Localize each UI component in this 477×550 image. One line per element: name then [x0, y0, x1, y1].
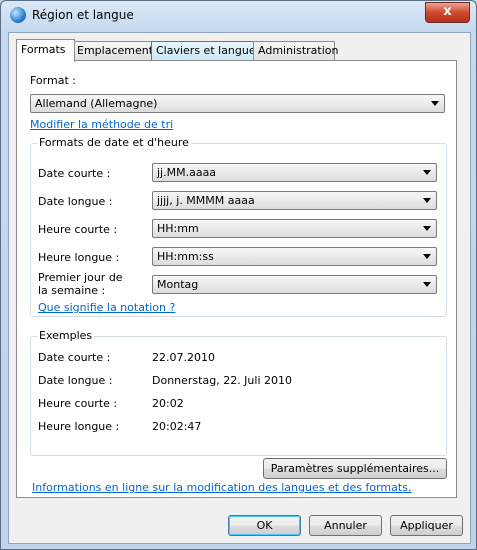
title-bar[interactable]: Région et langue x [1, 1, 476, 31]
cancel-button[interactable]: Annuler [309, 515, 382, 536]
example-long-time-value: 20:02:47 [152, 420, 202, 433]
example-short-date-label: Date courte : [38, 351, 111, 364]
chevron-down-icon [423, 226, 431, 231]
online-info-link[interactable]: Informations en ligne sur la modificatio… [32, 481, 411, 494]
long-time-label: Heure longue : [38, 251, 120, 264]
first-day-dropdown[interactable]: Montag [152, 275, 437, 294]
examples-group: Exemples Date courte : 22.07.2010 Date l… [30, 329, 447, 456]
additional-settings-button[interactable]: Paramètres supplémentaires... [263, 458, 447, 479]
tab-claviers-et-langues[interactable]: Claviers et langues [151, 41, 261, 60]
long-date-label: Date longue : [38, 195, 113, 208]
chevron-down-icon [423, 254, 431, 259]
example-short-time-value: 20:02 [152, 397, 184, 410]
globe-icon [10, 7, 26, 23]
long-time-dropdown[interactable]: HH:mm:ss [152, 247, 437, 266]
format-dropdown[interactable]: Allemand (Allemagne) [30, 94, 445, 113]
format-dropdown-value: Allemand (Allemagne) [35, 97, 158, 110]
window-title: Région et langue [32, 8, 134, 22]
example-long-time-label: Heure longue : [38, 420, 120, 433]
examples-title: Exemples [37, 329, 95, 342]
chevron-down-icon [423, 170, 431, 175]
short-time-dropdown[interactable]: HH:mm [152, 219, 437, 238]
short-time-value: HH:mm [157, 222, 199, 235]
long-time-value: HH:mm:ss [157, 250, 214, 263]
sort-method-link[interactable]: Modifier la méthode de tri [30, 118, 173, 131]
chevron-down-icon [423, 198, 431, 203]
format-label: Format : [30, 74, 76, 87]
dialog-client-area: Formats Emplacement Claviers et langues … [8, 32, 471, 544]
short-time-label: Heure courte : [38, 223, 118, 236]
date-time-formats-title: Formats de date et d'heure [37, 136, 191, 149]
chevron-down-icon [431, 101, 439, 106]
example-long-date-value: Donnerstag, 22. Juli 2010 [152, 374, 293, 387]
tab-administration[interactable]: Administration [253, 41, 339, 60]
first-day-label-line1: Premier jour de [38, 271, 123, 284]
close-button[interactable]: x [425, 2, 470, 23]
short-date-value: jj.MM.aaaa [157, 166, 217, 179]
dialog-window: Région et langue x Formats Emplacement C… [0, 0, 477, 550]
example-short-time-label: Heure courte : [38, 397, 118, 410]
example-long-date-label: Date longue : [38, 374, 113, 387]
chevron-down-icon [423, 282, 431, 287]
date-time-formats-group: Formats de date et d'heure Date courte :… [30, 136, 447, 317]
apply-button[interactable]: Appliquer [390, 515, 463, 536]
notation-help-link[interactable]: Que signifie la notation ? [38, 301, 175, 314]
example-short-date-value: 22.07.2010 [152, 351, 215, 364]
formats-tab-panel: Format : Allemand (Allemagne) Modifier l… [16, 60, 457, 498]
tab-emplacement[interactable]: Emplacement [72, 41, 153, 60]
tab-formats[interactable]: Formats [16, 39, 75, 62]
long-date-dropdown[interactable]: jjjj, j. MMMM aaaa [152, 191, 437, 210]
ok-button[interactable]: OK [228, 515, 301, 536]
long-date-value: jjjj, j. MMMM aaaa [157, 194, 255, 207]
short-date-dropdown[interactable]: jj.MM.aaaa [152, 163, 437, 182]
short-date-label: Date courte : [38, 167, 111, 180]
first-day-label-line2: la semaine : [38, 284, 106, 297]
first-day-value: Montag [157, 278, 199, 291]
